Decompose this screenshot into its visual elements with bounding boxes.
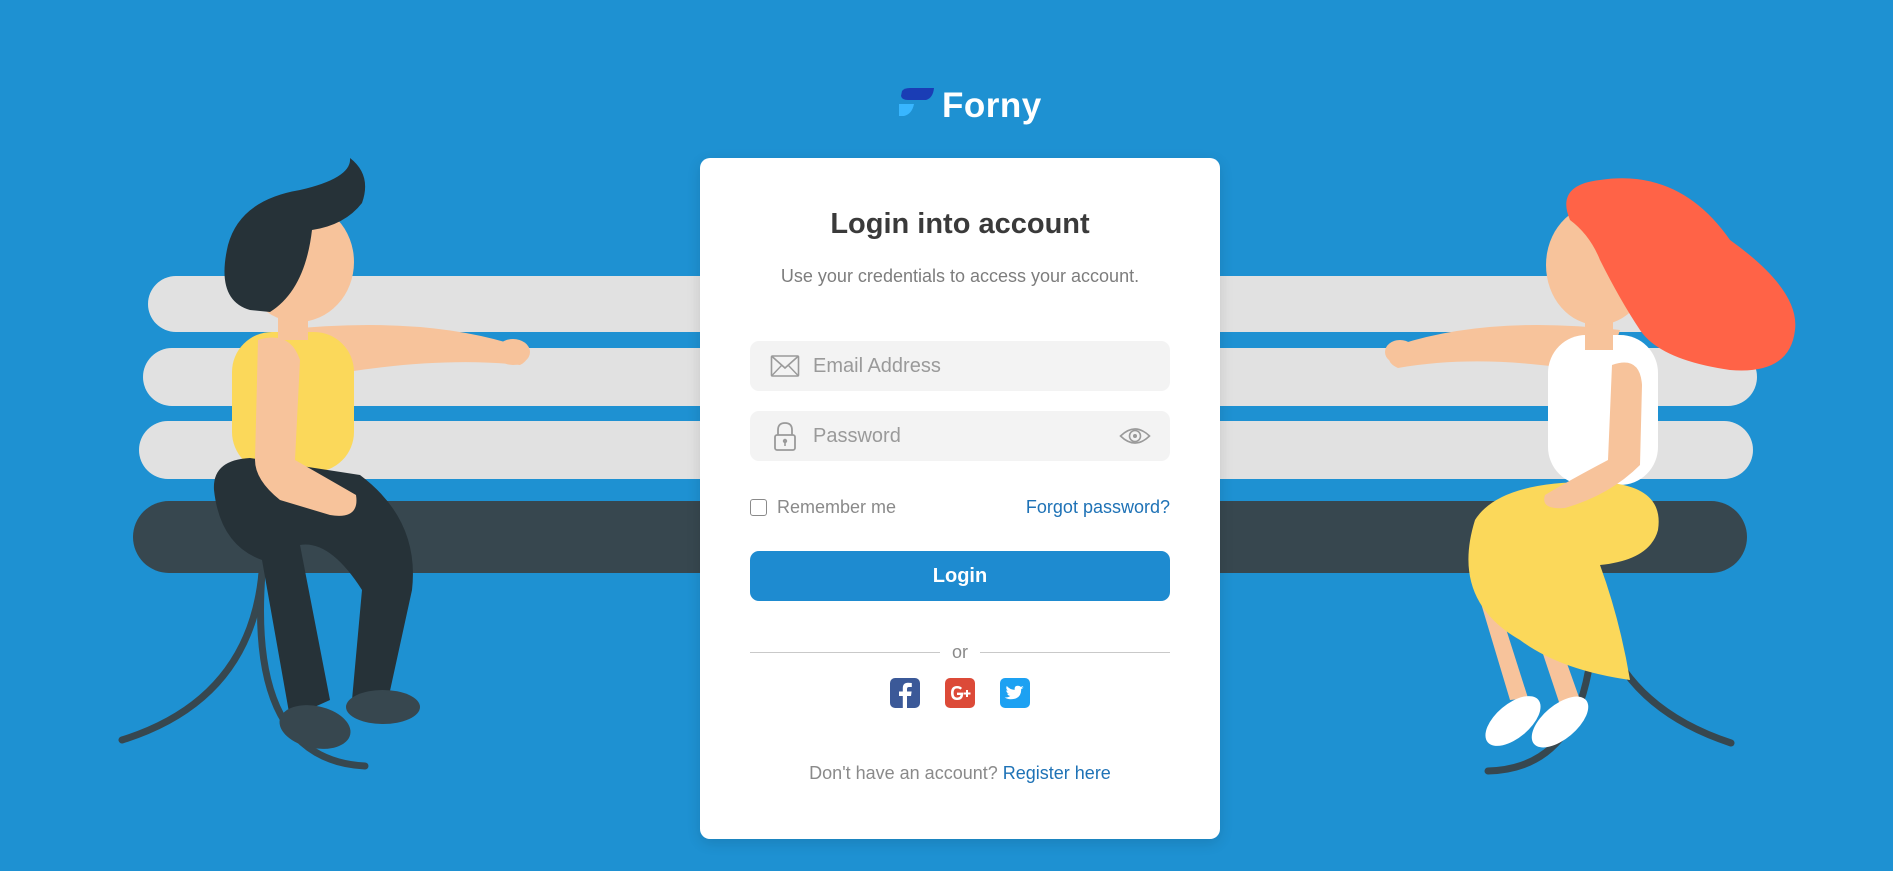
page-title: Login into account [830, 208, 1090, 240]
facebook-icon[interactable] [890, 678, 920, 708]
register-link[interactable]: Register here [1003, 763, 1111, 783]
remember-me-label: Remember me [777, 496, 897, 517]
password-placeholder: Password [813, 425, 901, 447]
google-plus-icon[interactable] [945, 678, 975, 708]
forgot-password-link[interactable]: Forgot password? [1026, 495, 1170, 519]
signup-prompt-text: Don't have an account? [809, 763, 998, 783]
divider-line-right [980, 652, 1170, 653]
lock-icon [774, 422, 796, 451]
eye-icon[interactable] [1119, 425, 1151, 447]
twitter-icon[interactable] [1000, 678, 1030, 708]
login-button[interactable]: Login [750, 551, 1170, 601]
email-placeholder: Email Address [813, 355, 941, 377]
email-field[interactable]: Email Address [750, 341, 1170, 391]
page-subtitle: Use your credentials to access your acco… [780, 266, 1140, 286]
brand-name: Forny [942, 86, 1042, 125]
login-card: Login into account Use your credentials … [700, 158, 1220, 839]
password-field[interactable]: Password [750, 411, 1170, 461]
social-login [700, 678, 1220, 708]
brand-logo: Forny [896, 86, 1042, 126]
remember-me[interactable]: Remember me [750, 495, 896, 519]
or-divider: or [750, 640, 1170, 664]
envelope-icon [770, 355, 800, 377]
remember-me-checkbox[interactable] [750, 498, 767, 516]
forny-logo-icon [899, 88, 934, 116]
signup-prompt: Don't have an account? Register here [700, 763, 1220, 784]
